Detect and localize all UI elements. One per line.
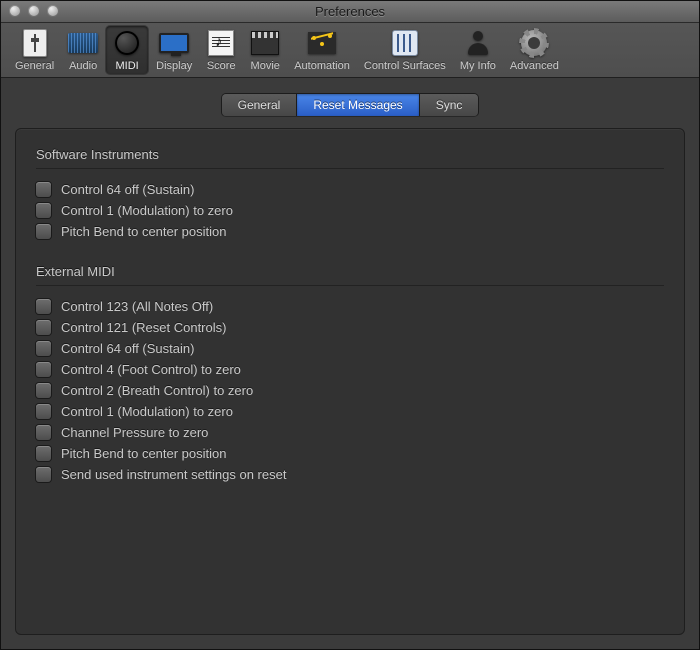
- external-midi-list: Control 123 (All Notes Off) Control 121 (…: [36, 296, 664, 485]
- checkbox-label: Control 1 (Modulation) to zero: [61, 404, 233, 419]
- subtab-reset-messages[interactable]: Reset Messages: [297, 94, 419, 116]
- checkbox-label: Channel Pressure to zero: [61, 425, 208, 440]
- gear-icon: [519, 28, 549, 58]
- checkbox-label: Control 121 (Reset Controls): [61, 320, 226, 335]
- slider-icon: [20, 28, 50, 58]
- minimize-window-button[interactable]: [28, 5, 40, 17]
- checkbox-label: Pitch Bend to center position: [61, 446, 227, 461]
- checkbox-label: Control 4 (Foot Control) to zero: [61, 362, 241, 377]
- preferences-window: Preferences General Audio MIDI Display Score…: [0, 0, 700, 650]
- toolbar-item-label: MIDI: [116, 60, 139, 72]
- mixer-icon: [390, 28, 420, 58]
- toolbar-audio[interactable]: Audio: [62, 26, 104, 74]
- toolbar-advanced[interactable]: Advanced: [504, 26, 565, 74]
- checkbox-label: Pitch Bend to center position: [61, 224, 227, 239]
- toolbar-display[interactable]: Display: [150, 26, 198, 74]
- toolbar-item-label: Advanced: [510, 60, 559, 72]
- checkbox-label: Control 64 off (Sustain): [61, 341, 194, 356]
- chk-em-control-121[interactable]: [36, 320, 51, 335]
- close-window-button[interactable]: [9, 5, 21, 17]
- checkbox-label: Control 2 (Breath Control) to zero: [61, 383, 253, 398]
- checkbox-row: Pitch Bend to center position: [36, 221, 664, 242]
- toolbar-item-label: Display: [156, 60, 192, 72]
- toolbar-control-surfaces[interactable]: Control Surfaces: [358, 26, 452, 74]
- toolbar-item-label: Audio: [69, 60, 97, 72]
- toolbar-movie[interactable]: Movie: [244, 26, 286, 74]
- chk-em-channel-pressure[interactable]: [36, 425, 51, 440]
- section-software-instruments-title: Software Instruments: [36, 147, 664, 162]
- toolbar-item-label: Automation: [294, 60, 350, 72]
- chk-si-pitch-bend[interactable]: [36, 224, 51, 239]
- titlebar: Preferences: [1, 1, 699, 23]
- divider: [36, 168, 664, 169]
- chk-em-control-1-zero[interactable]: [36, 404, 51, 419]
- checkbox-row: Pitch Bend to center position: [36, 443, 664, 464]
- subtab-sync[interactable]: Sync: [420, 94, 479, 116]
- window-controls: [9, 5, 59, 17]
- monitor-icon: [159, 28, 189, 58]
- checkbox-row: Control 64 off (Sustain): [36, 338, 664, 359]
- automation-icon: [307, 28, 337, 58]
- checkbox-row: Control 64 off (Sustain): [36, 179, 664, 200]
- toolbar-general[interactable]: General: [9, 26, 60, 74]
- person-icon: [463, 28, 493, 58]
- checkbox-row: Control 1 (Modulation) to zero: [36, 200, 664, 221]
- checkbox-label: Control 123 (All Notes Off): [61, 299, 213, 314]
- checkbox-row: Control 4 (Foot Control) to zero: [36, 359, 664, 380]
- toolbar-automation[interactable]: Automation: [288, 26, 356, 74]
- clapper-icon: [250, 28, 280, 58]
- content-area: GeneralReset MessagesSync Software Instr…: [1, 78, 699, 649]
- zoom-window-button[interactable]: [47, 5, 59, 17]
- checkbox-label: Send used instrument settings on reset: [61, 467, 286, 482]
- checkbox-row: Send used instrument settings on reset: [36, 464, 664, 485]
- chk-si-control-1-zero[interactable]: [36, 203, 51, 218]
- chk-em-control-64-off[interactable]: [36, 341, 51, 356]
- subtab-bar: GeneralReset MessagesSync: [222, 94, 479, 116]
- preferences-toolbar: General Audio MIDI Display Score Movie Automat…: [1, 23, 699, 78]
- checkbox-row: Control 123 (All Notes Off): [36, 296, 664, 317]
- checkbox-row: Control 1 (Modulation) to zero: [36, 401, 664, 422]
- chk-em-send-settings[interactable]: [36, 467, 51, 482]
- waveform-icon: [68, 28, 98, 58]
- score-icon: [206, 28, 236, 58]
- divider: [36, 285, 664, 286]
- window-title: Preferences: [1, 4, 699, 19]
- toolbar-item-label: Control Surfaces: [364, 60, 446, 72]
- toolbar-item-label: My Info: [460, 60, 496, 72]
- toolbar-score[interactable]: Score: [200, 26, 242, 74]
- checkbox-row: Control 2 (Breath Control) to zero: [36, 380, 664, 401]
- reset-messages-panel: Software Instruments Control 64 off (Sus…: [15, 128, 685, 635]
- toolbar-item-label: Movie: [251, 60, 280, 72]
- checkbox-label: Control 1 (Modulation) to zero: [61, 203, 233, 218]
- chk-si-control-64-off[interactable]: [36, 182, 51, 197]
- chk-em-control-123[interactable]: [36, 299, 51, 314]
- midi-port-icon: [112, 28, 142, 58]
- toolbar-my-info[interactable]: My Info: [454, 26, 502, 74]
- section-external-midi-title: External MIDI: [36, 264, 664, 279]
- toolbar-midi[interactable]: MIDI: [106, 26, 148, 74]
- checkbox-label: Control 64 off (Sustain): [61, 182, 194, 197]
- toolbar-item-label: Score: [207, 60, 236, 72]
- checkbox-row: Control 121 (Reset Controls): [36, 317, 664, 338]
- subtab-general[interactable]: General: [222, 94, 298, 116]
- chk-em-pitch-bend[interactable]: [36, 446, 51, 461]
- chk-em-control-4-zero[interactable]: [36, 362, 51, 377]
- checkbox-row: Channel Pressure to zero: [36, 422, 664, 443]
- software-instruments-list: Control 64 off (Sustain) Control 1 (Modul…: [36, 179, 664, 242]
- toolbar-item-label: General: [15, 60, 54, 72]
- chk-em-control-2-zero[interactable]: [36, 383, 51, 398]
